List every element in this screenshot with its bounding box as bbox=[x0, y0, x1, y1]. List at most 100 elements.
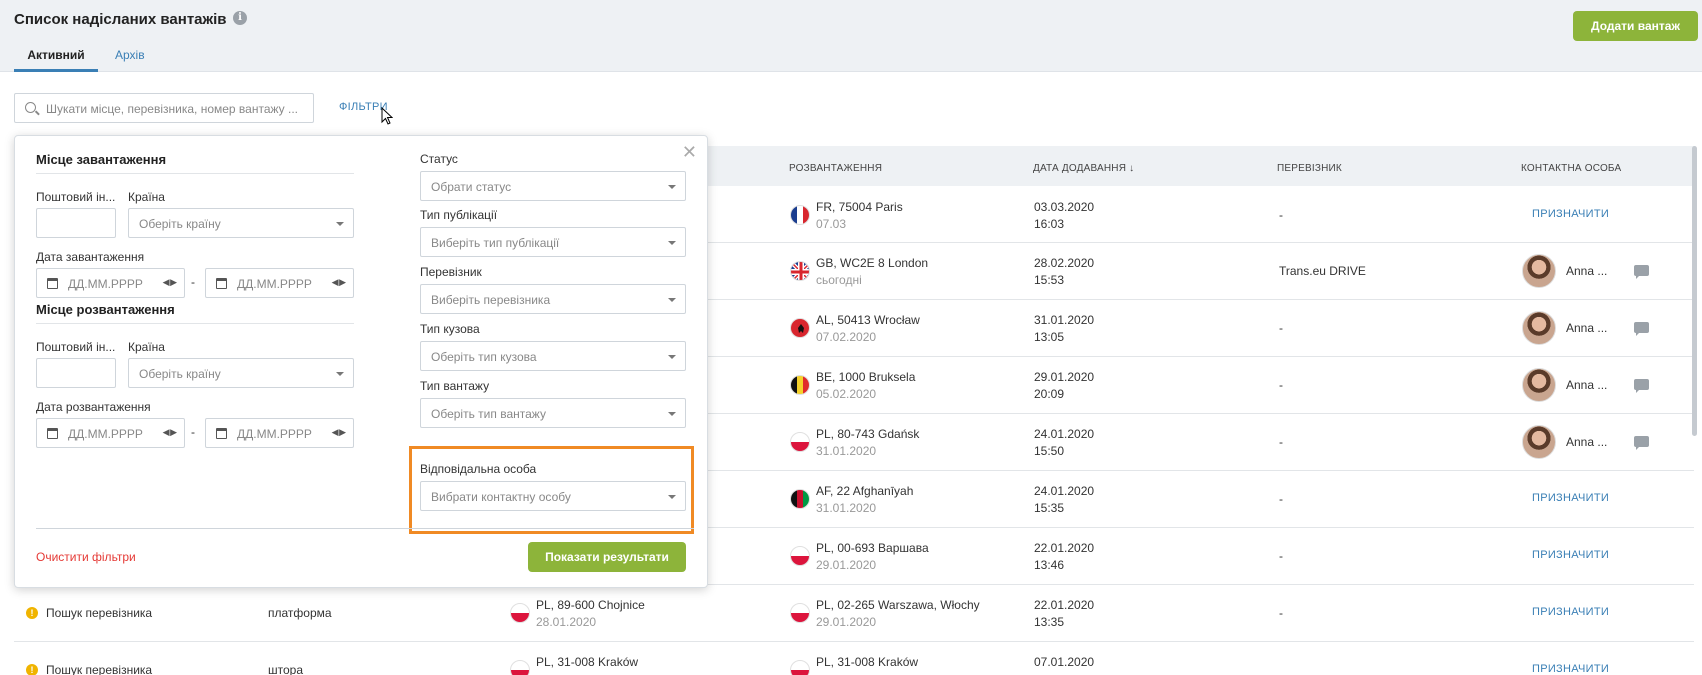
chat-icon[interactable] bbox=[1634, 265, 1649, 279]
loading-date-label: Дата завантаження bbox=[36, 250, 145, 264]
table-row[interactable]: ! Пошук перевізника платформа PL, 89-600… bbox=[14, 585, 1694, 642]
flag-pl-icon bbox=[510, 603, 530, 623]
date-placeholder: ДД.ММ.РРРР bbox=[68, 427, 143, 441]
info-icon[interactable]: i bbox=[233, 11, 247, 25]
assign-contact-link[interactable]: ПРИЗНАЧИТИ bbox=[1532, 606, 1609, 618]
avatar bbox=[1522, 425, 1556, 459]
carrier-name: - bbox=[1279, 606, 1283, 620]
column-header-unloading[interactable]: РОЗВАНТАЖЕННЯ bbox=[789, 163, 882, 174]
date-arrows-icon[interactable]: ◀ ▶ bbox=[163, 277, 177, 288]
flag-gb-icon bbox=[790, 261, 810, 281]
calendar-icon bbox=[216, 278, 227, 289]
loading-date-from[interactable]: ДД.ММ.РРРР ◀ ▶ bbox=[36, 268, 185, 298]
loading-place: PL, 31-008 Kraków bbox=[536, 655, 639, 669]
loading-place: PL, 89-600 Chojnice bbox=[536, 598, 645, 612]
date-added: 22.01.2020 bbox=[1034, 541, 1095, 555]
add-cargo-button[interactable]: Додати вантаж bbox=[1573, 11, 1698, 41]
column-header-date-added[interactable]: ДАТА ДОДАВАННЯ ↓ bbox=[1033, 163, 1134, 174]
flag-pl-icon bbox=[790, 660, 810, 675]
date-arrows-icon[interactable]: ◀ ▶ bbox=[332, 277, 346, 288]
tab-archive[interactable]: Архів bbox=[115, 48, 145, 62]
loading-date: 28.01.2020 bbox=[536, 615, 597, 629]
carrier-name: - bbox=[1279, 435, 1283, 449]
time-added: 16:03 bbox=[1034, 217, 1065, 231]
contact-name[interactable]: Anna ... bbox=[1566, 435, 1607, 449]
unloading-postal-input[interactable] bbox=[36, 358, 116, 388]
loading-postal-input[interactable] bbox=[36, 208, 116, 238]
body-type-label: Тип кузова bbox=[420, 322, 480, 336]
publication-type-label: Тип публікації bbox=[420, 208, 498, 222]
avatar bbox=[1522, 254, 1556, 288]
carrier-name: - bbox=[1279, 378, 1283, 392]
date-added: 22.01.2020 bbox=[1034, 598, 1095, 612]
unloading-country-select[interactable]: Оберіть країну bbox=[128, 358, 354, 388]
chevron-down-icon bbox=[668, 298, 676, 302]
contact-name[interactable]: Anna ... bbox=[1566, 321, 1607, 335]
cargo-type-label: Тип вантажу bbox=[420, 379, 490, 393]
show-results-button[interactable]: Показати результати bbox=[528, 542, 686, 572]
unloading-date-from[interactable]: ДД.ММ.РРРР ◀ ▶ bbox=[36, 418, 185, 448]
loading-country-label: Країна bbox=[128, 190, 165, 204]
loading-country-select[interactable]: Оберіть країну bbox=[128, 208, 354, 238]
column-header-contact[interactable]: КОНТАКТНА ОСОБА bbox=[1521, 163, 1621, 174]
chevron-down-icon bbox=[668, 241, 676, 245]
date-added: 29.01.2020 bbox=[1034, 370, 1095, 384]
header-bar: Список надісланих вантажів i Активний Ар… bbox=[0, 0, 1702, 72]
unloading-date-to[interactable]: ДД.ММ.РРРР ◀ ▶ bbox=[205, 418, 354, 448]
calendar-icon bbox=[216, 428, 227, 439]
date-range-dash: - bbox=[191, 275, 195, 289]
contact-name[interactable]: Anna ... bbox=[1566, 378, 1607, 392]
chat-icon[interactable] bbox=[1634, 379, 1649, 393]
table-row[interactable]: ! Пошук перевізника штора PL, 31-008 Kra… bbox=[14, 642, 1694, 675]
assign-contact-link[interactable]: ПРИЗНАЧИТИ bbox=[1532, 208, 1609, 220]
loading-section-title: Місце завантаження bbox=[36, 152, 167, 167]
assign-contact-link[interactable]: ПРИЗНАЧИТИ bbox=[1532, 663, 1609, 675]
carrier-name: - bbox=[1279, 492, 1283, 506]
close-icon[interactable]: ✕ bbox=[682, 142, 697, 163]
column-header-carrier[interactable]: ПЕРЕВІЗНИК bbox=[1277, 163, 1342, 174]
unloading-date: 29.01.2020 bbox=[816, 615, 877, 629]
chat-icon[interactable] bbox=[1634, 436, 1649, 450]
assign-contact-link[interactable]: ПРИЗНАЧИТИ bbox=[1532, 549, 1609, 561]
unloading-place: PL, 80-743 Gdańsk bbox=[816, 427, 920, 441]
unloading-date: 31.01.2020 bbox=[816, 501, 877, 515]
unloading-date: 07.03 bbox=[816, 217, 847, 231]
page-title: Список надісланих вантажів bbox=[14, 11, 227, 28]
tab-active[interactable]: Активний bbox=[14, 48, 98, 72]
date-arrows-icon[interactable]: ◀ ▶ bbox=[332, 427, 346, 438]
cargo-type-select[interactable]: Оберіть тип вантажу bbox=[420, 398, 686, 428]
contact-name[interactable]: Anna ... bbox=[1566, 264, 1607, 278]
carrier-select[interactable]: Виберіть перевізника bbox=[420, 284, 686, 314]
date-added: 28.02.2020 bbox=[1034, 256, 1095, 270]
assign-contact-link[interactable]: ПРИЗНАЧИТИ bbox=[1532, 492, 1609, 504]
flag-fr-icon bbox=[790, 205, 810, 225]
time-added: 13:46 bbox=[1034, 558, 1065, 572]
chat-icon[interactable] bbox=[1634, 322, 1649, 336]
chevron-down-icon bbox=[668, 412, 676, 416]
select-placeholder: Оберіть країну bbox=[139, 217, 221, 231]
status-select[interactable]: Обрати статус bbox=[420, 171, 686, 201]
flag-pl-icon bbox=[510, 660, 530, 675]
responsible-person-select[interactable]: Вибрати контактну особу bbox=[420, 481, 686, 511]
carrier-name: Trans.eu DRIVE bbox=[1279, 264, 1366, 278]
body-type: штора bbox=[268, 663, 304, 675]
search-input[interactable]: Шукати місце, перевізника, номер вантажу… bbox=[14, 93, 314, 123]
status-text: Пошук перевізника bbox=[46, 606, 153, 620]
unloading-place: GB, WC2E 8 London bbox=[816, 256, 929, 270]
time-added: 13:05 bbox=[1034, 330, 1065, 344]
unloading-date: сьогодні bbox=[816, 273, 862, 287]
unloading-date: 07.02.2020 bbox=[816, 330, 877, 344]
carrier-name: - bbox=[1279, 208, 1283, 222]
select-placeholder: Виберіть перевізника bbox=[431, 293, 551, 307]
status-label: Статус bbox=[420, 152, 458, 166]
select-placeholder: Оберіть тип вантажу bbox=[431, 407, 546, 421]
loading-date-to[interactable]: ДД.ММ.РРРР ◀ ▶ bbox=[205, 268, 354, 298]
clear-filters-link[interactable]: Очистити фільтри bbox=[36, 550, 136, 564]
scrollbar[interactable] bbox=[1692, 146, 1697, 436]
body-type-select[interactable]: Оберіть тип кузова bbox=[420, 341, 686, 371]
publication-type-select[interactable]: Виберіть тип публікації bbox=[420, 227, 686, 257]
chevron-down-icon bbox=[668, 355, 676, 359]
date-arrows-icon[interactable]: ◀ ▶ bbox=[163, 427, 177, 438]
status-text: Пошук перевізника bbox=[46, 663, 153, 675]
unloading-postal-label: Поштовий ін... bbox=[36, 340, 116, 354]
